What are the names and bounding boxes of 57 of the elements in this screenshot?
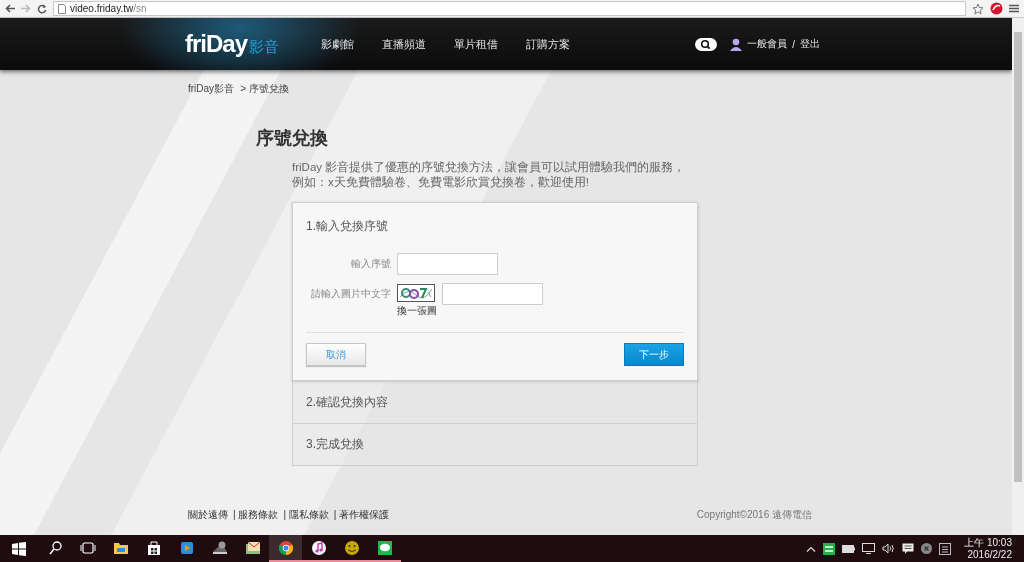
copyright-text: Copyright©2016 遠傳電信 <box>696 508 812 522</box>
mail-icon <box>244 539 261 556</box>
star-icon[interactable] <box>972 2 984 15</box>
taskbar-button[interactable] <box>269 535 302 562</box>
nav-link[interactable]: 單片租借 <box>454 36 499 52</box>
step-header[interactable]: 3.完成兌換 <box>293 423 697 465</box>
refresh-captcha-link[interactable]: 換一張圖 <box>397 304 437 318</box>
clock-time: 上午 10:03 <box>964 536 1012 549</box>
chat-bubble-icon <box>376 539 393 556</box>
back-icon[interactable] <box>5 4 15 13</box>
nav-link[interactable]: 訂購方案 <box>526 36 571 52</box>
windows-start-icon[interactable] <box>12 541 26 556</box>
nav-link[interactable]: 直播頻道 <box>382 36 427 52</box>
play-icon <box>178 539 195 556</box>
breadcrumb-current: > 序號兌換 <box>240 82 289 96</box>
menu-icon[interactable] <box>1009 4 1019 13</box>
scrollbar[interactable] <box>1012 18 1024 535</box>
browser-icon <box>277 539 294 556</box>
chevron-up-icon[interactable] <box>806 545 817 552</box>
step-title: 3.完成兌換 <box>306 436 364 453</box>
captcha-input-field[interactable] <box>442 283 543 305</box>
notification-icon[interactable] <box>902 542 915 555</box>
footer-link[interactable]: 關於遠傳 <box>188 508 228 522</box>
logout-link[interactable]: 登出 <box>800 37 820 51</box>
step-title: 1.輸入兌換序號 <box>306 218 388 235</box>
intro-text: friDay 影音提供了優惠的序號兌換方法，讓會員可以試用體驗我們的服務， 例如：x天免費體驗卷、免費電影欣賞兌換卷，歡迎使用! <box>292 160 687 190</box>
footer-link[interactable]: | 服務條款 <box>233 508 279 522</box>
music-note-icon <box>310 539 327 556</box>
search-icon[interactable] <box>695 37 718 51</box>
reload-icon[interactable] <box>37 3 47 14</box>
volume-icon[interactable] <box>882 543 896 554</box>
address-bar[interactable]: video.friday.tw/sn <box>53 1 966 16</box>
footer-link[interactable]: | 隱私條款 <box>283 508 329 522</box>
page-title: 序號兌換 <box>256 127 329 150</box>
field-label: 輸入序號 <box>350 257 392 271</box>
network-icon[interactable] <box>862 543 876 554</box>
scrollbar-thumb[interactable] <box>1014 32 1022 482</box>
nav-link[interactable]: 影劇館 <box>321 36 355 52</box>
footer-link[interactable]: | 著作權保護 <box>333 508 390 522</box>
step-title: 2.確認兌換內容 <box>306 394 388 411</box>
site-logo[interactable]: friDay影音 <box>185 30 280 58</box>
close-circle-icon[interactable] <box>921 543 933 554</box>
clock[interactable]: 上午 10:03 2016/2/22 <box>964 536 1012 561</box>
step-header[interactable]: 2.確認兌換內容 <box>293 381 697 423</box>
camera-icon <box>211 539 228 556</box>
search-icon <box>46 539 63 556</box>
battery-icon[interactable] <box>842 544 856 553</box>
shopping-bag-icon <box>145 539 162 556</box>
smiley-icon <box>343 539 360 556</box>
member-link[interactable]: 一般會員 <box>747 37 788 51</box>
serial-input-field[interactable] <box>397 253 498 275</box>
separator: / <box>792 38 795 50</box>
user-icon <box>730 37 743 51</box>
field-label: 請輸入圖片中文字 <box>310 287 392 301</box>
breadcrumb-link[interactable]: friDay影音 <box>188 82 235 96</box>
task-view-icon <box>79 539 96 556</box>
clock-date: 2016/2/22 <box>967 548 1012 561</box>
